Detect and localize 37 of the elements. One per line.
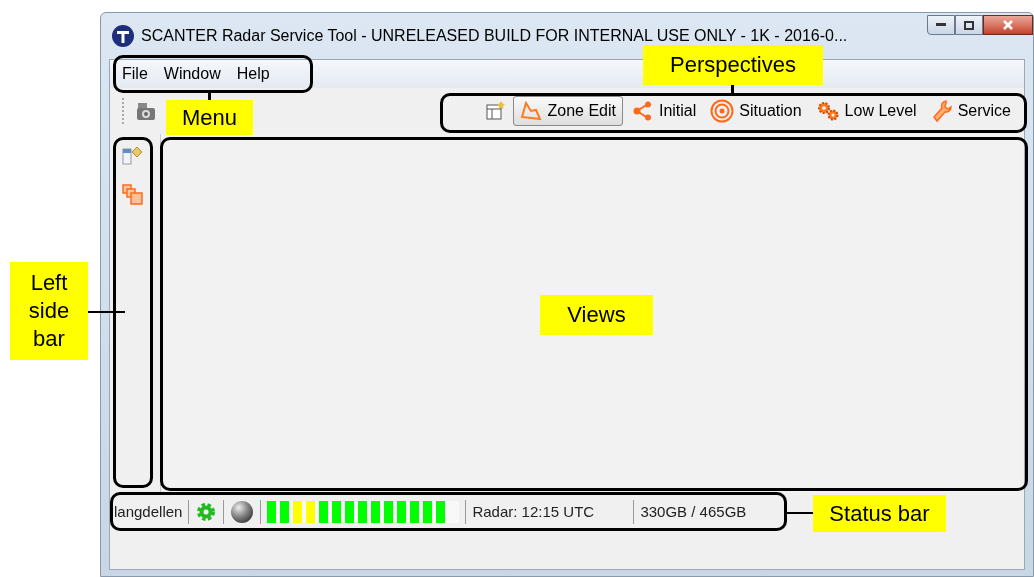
open-perspective-icon[interactable] (485, 101, 506, 121)
user-name: langdellen (114, 501, 183, 522)
wrench-icon (930, 99, 953, 123)
camera-icon[interactable] (135, 100, 157, 122)
minimize-icon (936, 23, 946, 27)
perspective-tab[interactable]: Initial (626, 96, 702, 126)
sphere-icon (230, 500, 255, 524)
disk-usage: 330GB / 465GB (640, 501, 747, 522)
polygon-icon (520, 101, 543, 121)
perspective-tab[interactable]: Low Level (810, 96, 922, 126)
radar-time: Radar: 12:15 UTC (472, 501, 596, 522)
gears-icon (815, 100, 840, 122)
close-icon (1002, 19, 1014, 31)
perspective-tab[interactable]: Zone Edit (513, 96, 623, 126)
stacked-squares-icon[interactable] (122, 184, 144, 206)
callout-label: Perspectives (643, 45, 823, 85)
menu-item[interactable]: File (116, 62, 154, 86)
menu-item[interactable]: Help (230, 62, 276, 86)
leader-line (787, 512, 813, 514)
callout-label: Views (540, 295, 653, 335)
leader-line (88, 311, 125, 313)
app-logo-icon (111, 24, 135, 48)
close-button[interactable] (983, 15, 1033, 35)
callout-label: Left side bar (10, 262, 88, 360)
target-icon (710, 99, 735, 123)
window-title: SCANTER Radar Service Tool - UNRELEASED BUILD FOR INTERNAL USE ONLY - 1K - 2016-0... (141, 26, 848, 46)
callout-label: Status bar (813, 495, 946, 532)
menu-item[interactable]: Window (157, 62, 227, 86)
minimize-button[interactable] (927, 15, 955, 35)
maximize-button[interactable] (955, 15, 983, 35)
perspective-tab[interactable]: Situation (705, 96, 807, 126)
share-icon (631, 101, 654, 121)
gear-icon (195, 501, 218, 523)
view-add-icon[interactable] (122, 146, 144, 166)
callout-label: Menu (166, 100, 253, 135)
perspective-tab[interactable]: Service (925, 96, 1016, 126)
maximize-icon (964, 20, 974, 30)
